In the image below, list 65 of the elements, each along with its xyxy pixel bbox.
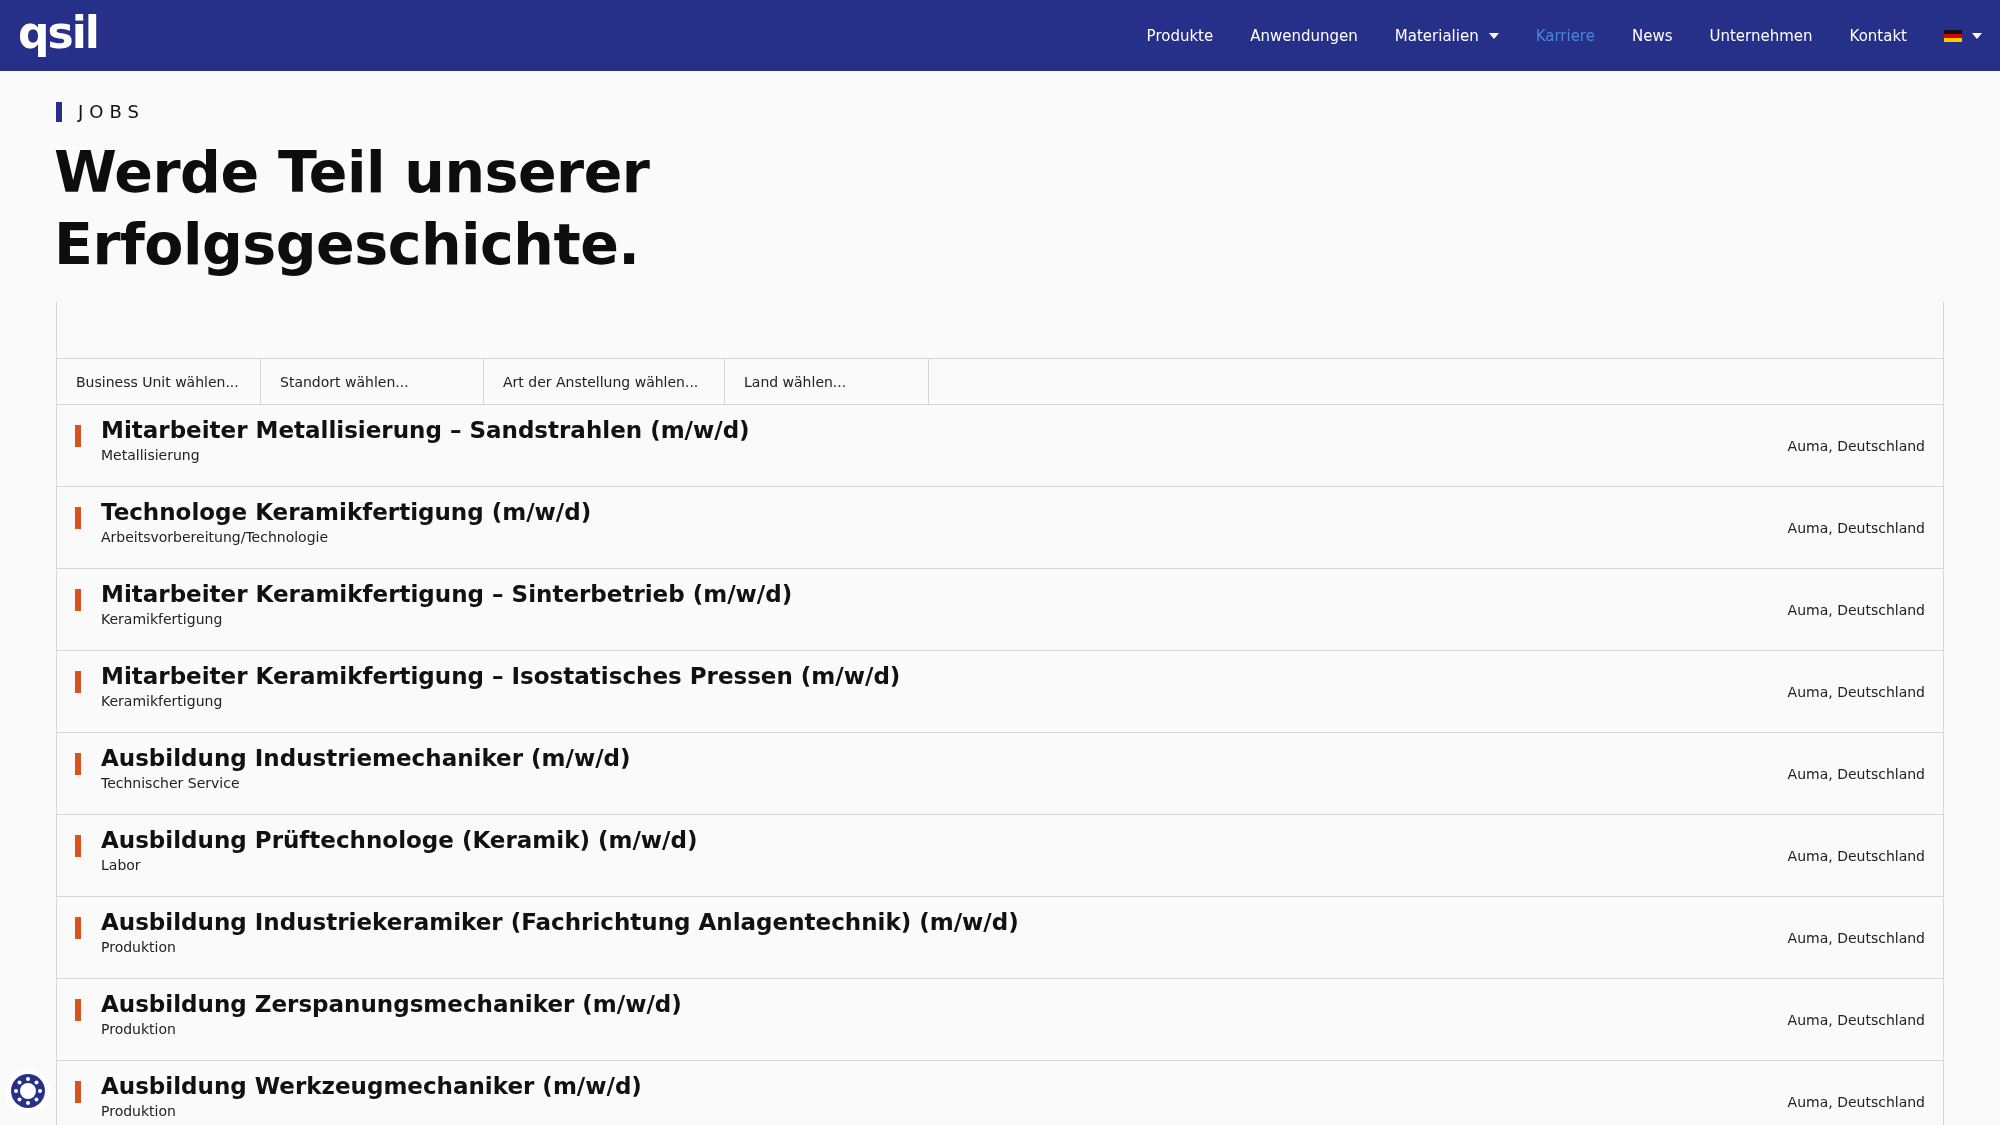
job-title: Technologe Keramikfertigung (m/w/d) bbox=[101, 499, 592, 525]
job-location: Auma, Deutschland bbox=[1787, 437, 1925, 454]
job-location: Auma, Deutschland bbox=[1787, 1011, 1925, 1028]
flag-icon bbox=[1944, 29, 1962, 42]
filter-dropdown[interactable]: Land wählen... bbox=[725, 359, 929, 404]
job-location: Auma, Deutschland bbox=[1787, 1093, 1925, 1110]
job-location: Auma, Deutschland bbox=[1787, 847, 1925, 864]
job-department: Keramikfertigung bbox=[101, 611, 224, 627]
filter-dropdown[interactable]: Art der Anstellung wählen... bbox=[484, 359, 725, 404]
page-heading: Werde Teil unserer Erfolgsgeschichte. bbox=[54, 138, 651, 279]
logo[interactable]: qsil bbox=[18, 7, 98, 58]
job-row[interactable]: Mitarbeiter Metallisierung – Sandstrahlen (m/w/d) Metallisierung Auma, Deutschland bbox=[57, 405, 1943, 487]
nav-link[interactable]: Kontakt bbox=[1849, 26, 1907, 45]
job-location: Auma, Deutschland bbox=[1787, 683, 1925, 700]
job-row[interactable]: Ausbildung Industriekeramiker (Fachrichtung Anlagentechnik) (m/w/d) Produktion Auma, Deutschland bbox=[57, 897, 1943, 979]
job-department: Keramikfertigung bbox=[101, 693, 224, 709]
language-selector[interactable] bbox=[1944, 29, 1982, 42]
job-location: Auma, Deutschland bbox=[1787, 929, 1925, 946]
accent-bar bbox=[75, 671, 81, 693]
accent-bar bbox=[75, 917, 81, 939]
caret-icon bbox=[1972, 32, 1982, 39]
nav-link[interactable]: Anwendungen bbox=[1250, 26, 1358, 45]
job-title: Ausbildung Industriemechaniker (m/w/d) bbox=[101, 745, 631, 771]
nav-link[interactable]: Produkte bbox=[1146, 26, 1214, 45]
filter-dropdown[interactable]: Business Unit wählen... bbox=[57, 359, 261, 404]
accent-bar bbox=[56, 101, 62, 122]
accent-bar bbox=[75, 589, 81, 611]
nav-link[interactable]: Materialien bbox=[1394, 26, 1499, 45]
job-department: Arbeitsvorbereitung/Technologie bbox=[101, 529, 330, 545]
job-title: Ausbildung Prüftechnologe (Keramik) (m/w/d) bbox=[101, 827, 698, 853]
job-row[interactable]: Ausbildung Werkzeugmechaniker (m/w/d) Produktion Auma, Deutschland bbox=[57, 1061, 1943, 1125]
job-title: Mitarbeiter Keramikfertigung – Sinterbetrieb (m/w/d) bbox=[101, 581, 793, 607]
job-department: Metallisierung bbox=[101, 447, 201, 463]
accent-bar bbox=[75, 753, 81, 775]
caret-icon bbox=[1488, 32, 1499, 39]
nav-link[interactable]: News bbox=[1631, 26, 1673, 45]
job-title: Mitarbeiter Keramikfertigung – Isostatisches Pressen (m/w/d) bbox=[101, 663, 901, 689]
job-title: Ausbildung Werkzeugmechaniker (m/w/d) bbox=[101, 1073, 642, 1099]
job-row[interactable]: Technologe Keramikfertigung (m/w/d) Arbeitsvorbereitung/Technologie Auma, Deutschland bbox=[57, 487, 1943, 569]
job-title: Mitarbeiter Metallisierung – Sandstrahlen (m/w/d) bbox=[101, 417, 750, 443]
job-department: Produktion bbox=[101, 1021, 177, 1037]
job-row[interactable]: Ausbildung Industriemechaniker (m/w/d) Technischer Service Auma, Deutschland bbox=[57, 733, 1943, 815]
job-department: Produktion bbox=[101, 1103, 177, 1119]
accent-bar bbox=[75, 1081, 81, 1103]
accent-bar bbox=[75, 425, 81, 447]
job-department: Technischer Service bbox=[101, 775, 241, 791]
job-location: Auma, Deutschland bbox=[1787, 519, 1925, 536]
job-row[interactable]: Mitarbeiter Keramikfertigung – Isostatisches Pressen (m/w/d) Keramikfertigung Auma, Deutschland bbox=[57, 651, 1943, 733]
job-location: Auma, Deutschland bbox=[1787, 601, 1925, 618]
filter-dropdown[interactable]: Standort wählen... bbox=[261, 359, 484, 404]
gear-icon bbox=[8, 1071, 48, 1111]
job-row[interactable]: Ausbildung Zerspanungsmechaniker (m/w/d) Produktion Auma, Deutschland bbox=[57, 979, 1943, 1061]
nav-link[interactable]: Unternehmen bbox=[1709, 26, 1813, 45]
job-title: Ausbildung Zerspanungsmechaniker (m/w/d) bbox=[101, 991, 682, 1017]
job-department: Labor bbox=[101, 857, 142, 873]
job-row[interactable]: Mitarbeiter Keramikfertigung – Sinterbetrieb (m/w/d) Keramikfertigung Auma, Deutschland bbox=[57, 569, 1943, 651]
job-title: Ausbildung Industriekeramiker (Fachrichtung Anlagentechnik) (m/w/d) bbox=[101, 909, 1019, 935]
accent-bar bbox=[75, 999, 81, 1021]
section-label: JOBS bbox=[78, 101, 145, 122]
job-department: Produktion bbox=[101, 939, 177, 955]
cookie-settings-button[interactable] bbox=[6, 1069, 50, 1113]
job-location: Auma, Deutschland bbox=[1787, 765, 1925, 782]
accent-bar bbox=[75, 507, 81, 529]
accent-bar bbox=[75, 835, 81, 857]
job-row[interactable]: Ausbildung Prüftechnologe (Keramik) (m/w/d) Labor Auma, Deutschland bbox=[57, 815, 1943, 897]
